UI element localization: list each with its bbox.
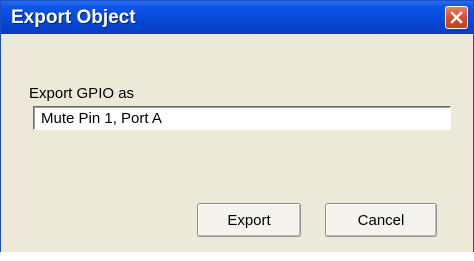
export-object-dialog: Export Object Export GPIO as Export Canc… xyxy=(0,0,474,254)
export-name-input[interactable] xyxy=(33,106,451,130)
background-strip xyxy=(0,252,474,261)
cancel-button[interactable]: Cancel xyxy=(325,203,437,237)
export-button[interactable]: Export xyxy=(197,203,301,237)
export-gpio-label: Export GPIO as xyxy=(29,85,135,102)
close-icon xyxy=(450,11,463,24)
window-title: Export Object xyxy=(11,7,136,28)
close-button[interactable] xyxy=(445,6,468,29)
title-bar: Export Object xyxy=(1,1,473,34)
